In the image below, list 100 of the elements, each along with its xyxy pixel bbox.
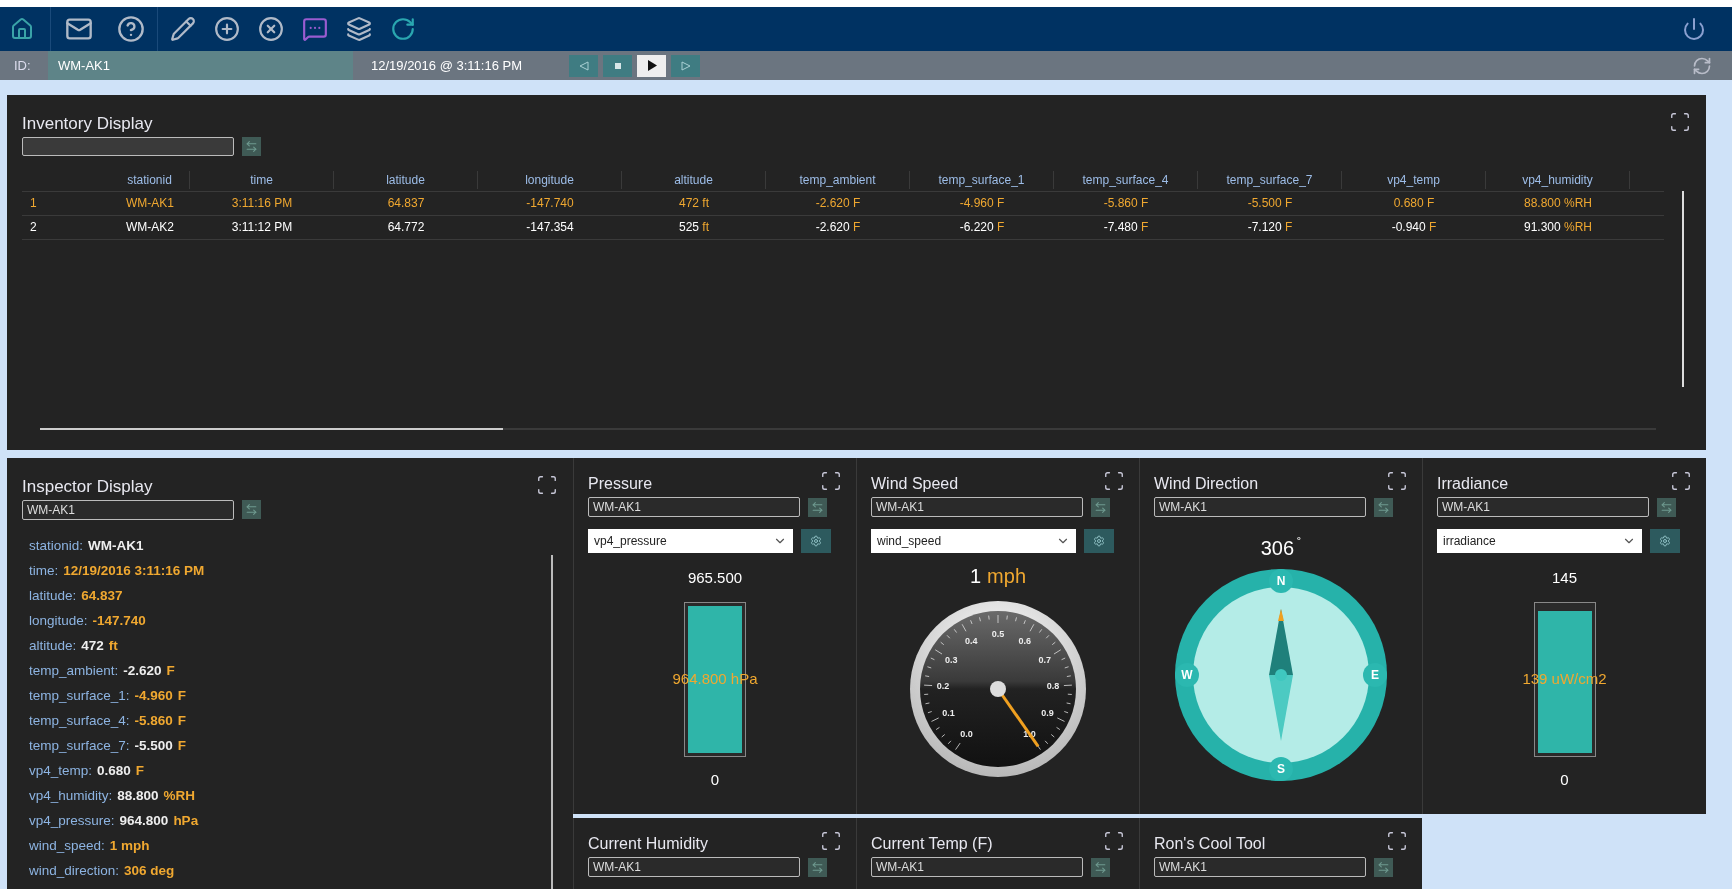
property-unit: F — [177, 711, 187, 730]
swap-button[interactable] — [1657, 497, 1676, 517]
close-button[interactable] — [258, 16, 284, 42]
station-field[interactable]: WM-AK1 — [1154, 497, 1366, 517]
swap-icon — [811, 500, 824, 514]
table-cell-text: 3:11:16 PM — [230, 195, 294, 212]
column-header[interactable]: time — [190, 171, 334, 189]
column-header[interactable]: vp4_temp — [1342, 171, 1486, 189]
variable-select[interactable]: wind_speed — [871, 529, 1076, 553]
previous-icon — [578, 60, 589, 71]
column-header[interactable]: temp_surface_4 — [1054, 171, 1198, 189]
expand-icon[interactable] — [820, 830, 842, 852]
horizontal-scrollbar[interactable] — [40, 428, 1656, 430]
swap-icon — [1377, 500, 1390, 514]
rotate-button[interactable] — [390, 16, 416, 42]
power-button[interactable] — [1682, 17, 1706, 41]
layers-button[interactable] — [346, 16, 372, 42]
message-icon — [302, 16, 328, 42]
property-name: stationid: — [29, 536, 84, 555]
property-name: temp_surface_4: — [29, 711, 130, 730]
table-cell-text: WM-AK2 — [125, 219, 175, 236]
help-button[interactable] — [117, 15, 145, 43]
expand-icon[interactable] — [1103, 470, 1125, 492]
property-name: time: — [29, 561, 59, 580]
swap-button[interactable] — [1091, 857, 1110, 877]
station-field[interactable]: WM-AK1 — [22, 499, 234, 520]
pencil-button[interactable] — [170, 16, 196, 42]
table-cell-text: -5.500 F — [1246, 195, 1294, 212]
expand-icon[interactable] — [1386, 470, 1408, 492]
expand-icon[interactable] — [1669, 111, 1691, 133]
id-field[interactable]: WM-AK1 — [48, 51, 353, 80]
playback-button[interactable] — [637, 54, 666, 77]
station-field[interactable]: WM-AK1 — [871, 857, 1083, 877]
swap-button[interactable] — [1374, 497, 1393, 517]
column-header[interactable]: temp_surface_1 — [910, 171, 1054, 189]
dial-tick-label: 0.2 — [936, 681, 950, 692]
station-field[interactable]: WM-AK1 — [871, 497, 1083, 517]
column-header[interactable]: longitude — [478, 171, 622, 189]
variable-select[interactable]: vp4_pressure — [588, 529, 793, 553]
station-field[interactable]: WM-AK1 — [588, 857, 800, 877]
table-cell-text: -7.480 F — [1102, 219, 1150, 236]
station-field[interactable]: WM-AK1 — [588, 497, 800, 517]
swap-button[interactable] — [1091, 497, 1110, 517]
panel-title: Inventory Display — [22, 113, 153, 135]
column-header[interactable]: temp_ambient — [766, 171, 910, 189]
swap-button[interactable] — [1374, 857, 1393, 877]
search-field[interactable] — [22, 136, 234, 156]
property-name: wind_speed: — [29, 836, 105, 855]
add-icon — [214, 16, 240, 42]
swap-button[interactable] — [808, 857, 827, 877]
add-button[interactable] — [214, 16, 240, 42]
message-button[interactable] — [302, 16, 328, 42]
column-header[interactable]: altitude — [622, 171, 766, 189]
column-header[interactable]: stationid — [110, 171, 190, 189]
table-row[interactable]: 1 WM-AK1 3:11:16 PM 64.837 -147.740 472 ft -2.620 F -4.960 F -5.860 F -5.500 F 0.680 F 88.800 %RH — [22, 191, 1664, 216]
property-unit: F — [177, 686, 187, 705]
table-cell-text: -6.220 F — [958, 219, 1006, 236]
station-field[interactable]: WM-AK1 — [1437, 497, 1649, 517]
settings-button[interactable] — [1084, 529, 1114, 553]
property-value: -5.860 — [134, 711, 173, 730]
settings-button[interactable] — [801, 529, 831, 553]
property-unit: F — [166, 661, 175, 680]
column-header[interactable]: temp_surface_7 — [1198, 171, 1342, 189]
widget-title: Wind Direction — [1154, 474, 1259, 494]
column-header[interactable]: vp4_humidity — [1486, 171, 1630, 189]
swap-button[interactable] — [242, 136, 261, 156]
table-cell-text: 472 ft — [677, 195, 710, 212]
expand-icon[interactable] — [820, 470, 842, 492]
vertical-scrollbar[interactable] — [551, 555, 553, 889]
variable-select[interactable]: irradiance — [1437, 529, 1642, 553]
table-row[interactable]: 2 WM-AK2 3:11:12 PM 64.772 -147.354 525 ft -2.620 F -6.220 F -7.480 F -7.120 F -0.940 F 91.300 %RH — [22, 215, 1664, 240]
station-field[interactable]: WM-AK1 — [1154, 857, 1366, 877]
dial-tick-label: 0.8 — [1046, 681, 1060, 692]
refresh-icon[interactable] — [1692, 55, 1712, 76]
expand-icon[interactable] — [536, 474, 558, 496]
swap-icon — [1094, 860, 1107, 874]
swap-button[interactable] — [808, 497, 827, 517]
speed-value: 1 — [970, 564, 982, 589]
dial-tick-label: 0.6 — [1018, 635, 1031, 646]
layers-icon — [346, 16, 372, 42]
settings-button[interactable] — [1650, 529, 1680, 553]
widget-title: Ron's Cool Tool — [1154, 834, 1266, 854]
table-cell-text: -2.620 F — [814, 219, 862, 236]
table-cell-text: 0.680 F — [1392, 195, 1436, 212]
help-icon — [117, 15, 145, 43]
swap-icon — [1660, 500, 1673, 514]
expand-icon[interactable] — [1386, 830, 1408, 852]
table-cell-text: 91.300 %RH — [1522, 219, 1594, 236]
compass-point: W — [1175, 663, 1199, 687]
close-icon — [258, 16, 284, 42]
property-name: temp_surface_1: — [29, 686, 130, 705]
id-label: ID: — [13, 56, 32, 75]
expand-icon[interactable] — [1103, 830, 1125, 852]
property-unit: F — [135, 761, 145, 780]
column-header[interactable]: latitude — [334, 171, 478, 189]
min-value: 0 — [1560, 769, 1569, 790]
expand-icon[interactable] — [1670, 470, 1692, 492]
vertical-scrollbar[interactable] — [1682, 191, 1684, 387]
table-cell-text: 3:11:12 PM — [230, 219, 294, 236]
home-icon — [10, 17, 34, 41]
